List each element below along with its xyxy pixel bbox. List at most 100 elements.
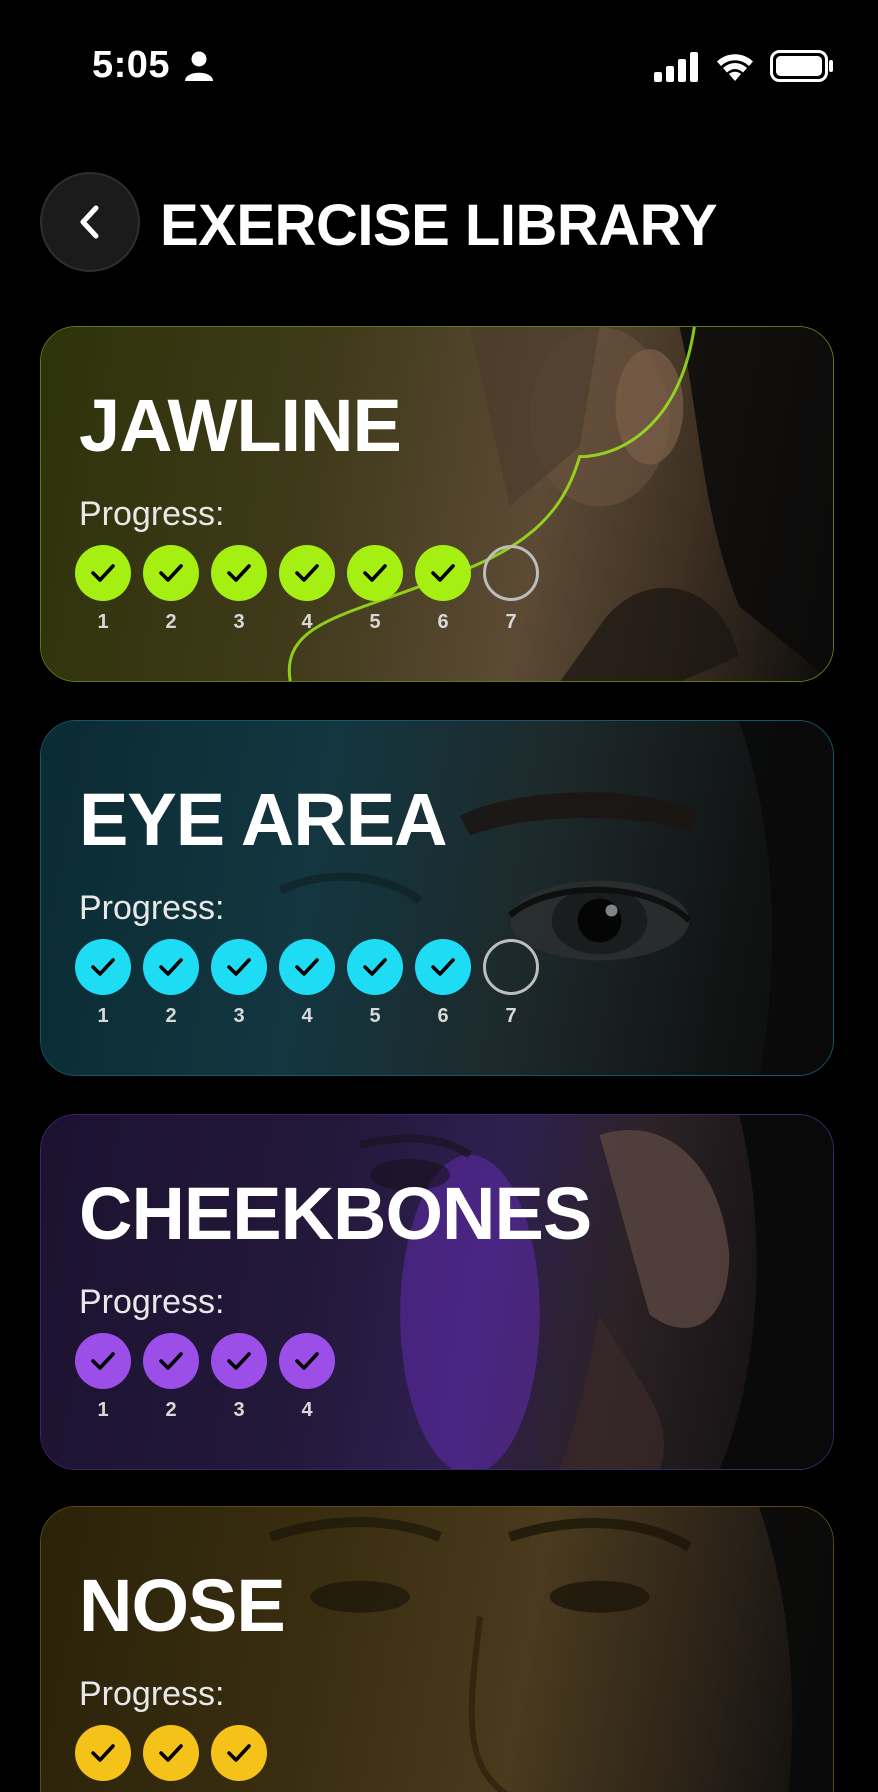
progress-steps: 1 2 3 4 5 6 7 — [75, 545, 539, 634]
checkmark-icon — [227, 958, 251, 976]
step-number: 4 — [301, 1005, 313, 1027]
card-title: EYE AREA — [79, 778, 448, 861]
step-completed-dot — [415, 545, 471, 601]
progress-step: 1 — [75, 1725, 131, 1792]
checkmark-icon — [159, 958, 183, 976]
step-completed-dot — [279, 545, 335, 601]
back-button[interactable] — [40, 172, 140, 272]
progress-step: 2 — [143, 1725, 199, 1792]
card-cheekbones[interactable]: CHEEKBONES Progress: 1 2 3 4 — [40, 1114, 834, 1470]
checkmark-icon — [159, 1744, 183, 1762]
page-title: EXERCISE LIBRARY — [160, 193, 718, 258]
progress-step: 2 — [143, 545, 199, 634]
progress-label: Progress: — [79, 889, 225, 927]
step-completed-dot — [279, 1333, 335, 1389]
chevron-left-icon — [80, 205, 99, 239]
card-title: JAWLINE — [79, 384, 402, 467]
card-jawline[interactable]: JAWLINE Progress: 1 2 3 4 5 6 7 — [40, 326, 834, 682]
progress-step: 3 — [211, 545, 267, 634]
checkmark-icon — [227, 1744, 251, 1762]
progress-step: 3 — [211, 1725, 267, 1792]
step-number: 3 — [233, 1399, 245, 1421]
checkmark-icon — [363, 958, 387, 976]
progress-step: 2 — [143, 939, 199, 1028]
card-eye-area[interactable]: EYE AREA Progress: 1 2 3 4 5 6 7 — [40, 720, 834, 1076]
exercise-library-screen: 5:05 EXERCISE LIBRARY JAWLINE Progress: … — [0, 0, 878, 1792]
progress-step: 1 — [75, 939, 131, 1028]
step-completed-dot — [75, 939, 131, 995]
step-number: 1 — [97, 611, 109, 633]
step-number: 1 — [97, 1005, 109, 1027]
step-number: 7 — [505, 611, 517, 633]
checkmark-icon — [159, 1352, 183, 1370]
status-bar: 5:05 — [0, 0, 878, 130]
step-number: 1 — [97, 1399, 109, 1421]
wifi-icon — [717, 54, 753, 81]
step-pending-dot — [483, 939, 539, 995]
step-completed-dot — [143, 939, 199, 995]
step-number: 2 — [165, 1399, 177, 1421]
checkmark-icon — [431, 564, 455, 582]
progress-step: 7 — [483, 939, 539, 1028]
step-completed-dot — [211, 939, 267, 995]
card-title: CHEEKBONES — [79, 1172, 592, 1255]
battery-icon — [770, 50, 833, 82]
checkmark-icon — [363, 564, 387, 582]
progress-step: 1 — [75, 1333, 131, 1422]
step-completed-dot — [143, 545, 199, 601]
step-completed-dot — [347, 545, 403, 601]
progress-step: 5 — [347, 545, 403, 634]
checkmark-icon — [295, 1352, 319, 1370]
progress-step: 4 — [279, 545, 335, 634]
checkmark-icon — [159, 564, 183, 582]
step-completed-dot — [211, 1333, 267, 1389]
checkmark-icon — [91, 564, 115, 582]
step-completed-dot — [143, 1333, 199, 1389]
progress-steps: 1 2 3 4 5 6 7 — [75, 939, 539, 1028]
checkmark-icon — [91, 958, 115, 976]
progress-steps: 1 2 3 4 — [75, 1333, 335, 1422]
checkmark-icon — [431, 958, 455, 976]
progress-step: 4 — [279, 1333, 335, 1422]
step-completed-dot — [415, 939, 471, 995]
progress-step: 7 — [483, 545, 539, 634]
step-number: 5 — [369, 1005, 381, 1027]
step-number: 3 — [233, 1005, 245, 1027]
step-pending-dot — [483, 545, 539, 601]
step-completed-dot — [75, 1725, 131, 1781]
person-icon — [185, 51, 213, 81]
step-number: 4 — [301, 1399, 313, 1421]
progress-step: 5 — [347, 939, 403, 1028]
step-completed-dot — [143, 1725, 199, 1781]
card-title: NOSE — [79, 1564, 286, 1647]
progress-step: 3 — [211, 939, 267, 1028]
checkmark-icon — [295, 564, 319, 582]
step-completed-dot — [211, 545, 267, 601]
step-number: 6 — [437, 1005, 449, 1027]
step-completed-dot — [75, 545, 131, 601]
progress-step: 1 — [75, 545, 131, 634]
progress-label: Progress: — [79, 495, 225, 533]
step-number: 3 — [233, 611, 245, 633]
step-completed-dot — [75, 1333, 131, 1389]
progress-step: 3 — [211, 1333, 267, 1422]
step-number: 2 — [165, 1005, 177, 1027]
progress-label: Progress: — [79, 1283, 225, 1321]
step-number: 4 — [301, 611, 313, 633]
card-nose[interactable]: NOSE Progress: 123 — [40, 1506, 834, 1792]
step-number: 2 — [165, 611, 177, 633]
checkmark-icon — [91, 1352, 115, 1370]
progress-step: 4 — [279, 939, 335, 1028]
progress-label: Progress: — [79, 1675, 225, 1713]
step-number: 6 — [437, 611, 449, 633]
step-completed-dot — [211, 1725, 267, 1781]
cellular-signal-icon — [654, 52, 698, 82]
checkmark-icon — [227, 1352, 251, 1370]
step-number: 5 — [369, 611, 381, 633]
progress-step: 6 — [415, 939, 471, 1028]
status-time: 5:05 — [92, 44, 171, 86]
progress-step: 2 — [143, 1333, 199, 1422]
checkmark-icon — [227, 564, 251, 582]
step-completed-dot — [279, 939, 335, 995]
checkmark-icon — [295, 958, 319, 976]
